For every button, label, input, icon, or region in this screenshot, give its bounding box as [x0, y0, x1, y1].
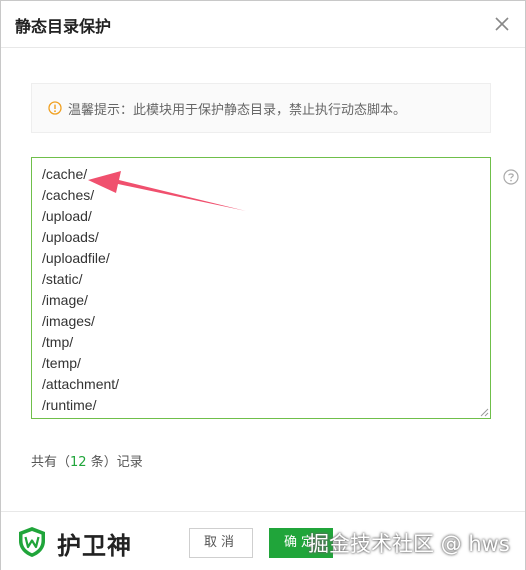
directory-line: /images/: [42, 313, 95, 329]
directory-line: /uploads/: [42, 229, 99, 245]
record-count-suffix: 条）记录: [86, 455, 143, 470]
directory-line: /temp/: [42, 355, 81, 371]
close-icon: [495, 17, 509, 31]
shield-w-icon: [19, 527, 45, 557]
directory-line: /tmp/: [42, 334, 74, 350]
directory-line: /attachment/: [42, 376, 120, 392]
brand-name: 护卫神: [57, 532, 132, 560]
directory-line: /static/: [42, 271, 83, 287]
watermark: 掘金技术社区 @ hws: [308, 532, 510, 556]
record-count: 共有（12 条）记录: [31, 451, 143, 470]
directory-line: /uploadfile/: [42, 250, 110, 266]
directory-line: /cache/: [42, 166, 88, 182]
tip-text: 温馨提示：此模块用于保护静态目录，禁止执行动态脚本。: [68, 103, 407, 118]
close-button[interactable]: [491, 13, 513, 35]
resize-handle-icon[interactable]: [480, 408, 489, 417]
directory-list: /cache/ /caches/ /upload/ /uploads/ /uploadf…: [42, 164, 119, 416]
cancel-button[interactable]: 取消: [189, 528, 253, 558]
directory-line: /image/: [42, 292, 88, 308]
dialog-header: 静态目录保护: [1, 1, 525, 48]
static-dir-protect-dialog: 静态目录保护 温馨提示：此模块用于保护静态目录，禁止执行动态脚本。 /cache…: [0, 0, 526, 570]
dialog-title: 静态目录保护: [15, 17, 112, 36]
directory-line: /caches/: [42, 187, 95, 203]
directory-line: /runtime/: [42, 397, 97, 413]
question-circle-icon: [503, 169, 519, 185]
record-count-value: 12: [70, 455, 87, 470]
directory-line: /upload/: [42, 208, 92, 224]
directory-textarea[interactable]: /cache/ /caches/ /upload/ /uploads/ /uploadf…: [31, 157, 491, 419]
tip-box: 温馨提示：此模块用于保护静态目录，禁止执行动态脚本。: [31, 83, 491, 133]
info-circle-icon: [48, 101, 62, 115]
record-count-prefix: 共有（: [31, 455, 71, 470]
help-button[interactable]: [503, 169, 519, 185]
